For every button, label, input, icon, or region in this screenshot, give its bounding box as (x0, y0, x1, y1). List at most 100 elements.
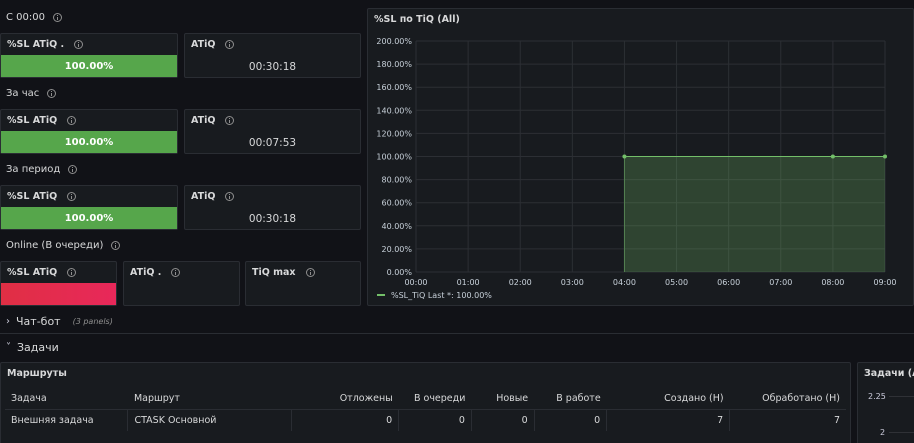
row-title: Задачи (17, 340, 59, 354)
table-header-row: Задача Маршрут Отложены В очереди Новые … (5, 389, 846, 409)
row-tasks[interactable]: ˅ Задачи (0, 337, 914, 357)
y-tick-label: 40.00% (381, 222, 412, 231)
column-header[interactable]: Новые (471, 389, 534, 409)
atiq-panel-3[interactable]: ATiQ 00:30:18 (184, 185, 361, 230)
row-chatbot[interactable]: › Чат-бот (3 panels) (0, 311, 914, 331)
info-icon[interactable] (225, 192, 235, 201)
sl-atiq-panel-2[interactable]: %SL ATiQ 100.00% (0, 109, 178, 154)
info-icon[interactable] (68, 165, 78, 174)
atiq-panel-4[interactable]: ATiQ . (123, 261, 240, 306)
x-tick-label: 09:00 (873, 278, 896, 287)
routes-panel[interactable]: Маршруты Задача Маршрут Отложены В очере… (0, 362, 851, 443)
panel-title: %SL ATiQ (7, 267, 58, 278)
panel-title: Маршруты (7, 368, 67, 379)
section-title-online: Online (В очереди) (6, 240, 121, 251)
x-tick-label: 01:00 (457, 278, 480, 287)
section-title-period: За период (6, 164, 78, 175)
info-icon[interactable] (67, 268, 77, 277)
row-title: Чат-бот (16, 314, 61, 328)
table-cell: 0 (398, 408, 472, 431)
table-cell: 7 (729, 408, 846, 431)
column-header[interactable]: Маршрут (128, 389, 291, 409)
x-tick-label: 03:00 (561, 278, 584, 287)
sl-atiq-panel-4[interactable]: %SL ATiQ (0, 261, 117, 306)
grid-line (889, 432, 914, 433)
data-point (622, 154, 627, 159)
data-point (830, 154, 835, 159)
panel-title: ATiQ (191, 39, 216, 50)
column-header[interactable]: Обработано (Н) (730, 389, 846, 409)
y-tick-label: 80.00% (381, 176, 412, 185)
table-row[interactable]: Внешняя задача CTASK Основной 0 0 0 0 7 … (5, 408, 846, 431)
column-header[interactable]: В очереди (399, 389, 472, 409)
panel-title: %SL ATiQ (7, 191, 58, 202)
grid-line (889, 396, 914, 397)
table-cell: 7 (606, 408, 731, 431)
sl-value-bar: 100.00% (1, 131, 177, 153)
panel-title: ATiQ (191, 115, 216, 126)
info-icon[interactable] (74, 40, 84, 49)
atiq-value: 00:30:18 (248, 61, 297, 73)
panel-title: ATiQ . (130, 267, 162, 278)
y-tick-label: 160.00% (376, 83, 412, 92)
table-cell: 0 (534, 408, 608, 431)
table-cell: 0 (291, 408, 400, 431)
info-icon[interactable] (47, 89, 57, 98)
atiq-value: 00:07:53 (248, 137, 297, 149)
y-tick-label: 200.00% (376, 37, 412, 46)
tasks-all-panel[interactable]: Задачи (All 2.25 2 (857, 362, 914, 443)
info-icon[interactable] (225, 116, 235, 125)
panel-count: (3 panels) (72, 316, 113, 326)
y-tick-label: 2.25 (868, 392, 886, 401)
x-tick-label: 07:00 (769, 278, 792, 287)
legend-label: %SL_TiQ Last *: 100.00% (391, 291, 492, 300)
sl-value-bar: 100.00% (1, 55, 177, 77)
y-tick-label: 0.00% (387, 268, 413, 277)
y-tick-label: 60.00% (381, 199, 412, 208)
atiq-panel-2[interactable]: ATiQ 00:07:53 (184, 109, 361, 154)
y-tick-label: 100.00% (376, 153, 412, 162)
chevron-down-icon: ˅ (6, 341, 11, 353)
panel-title: ATiQ (191, 191, 216, 202)
atiq-value: 00:30:18 (248, 213, 297, 225)
table-cell: 0 (471, 408, 535, 431)
info-icon[interactable] (111, 241, 121, 250)
x-tick-label: 04:00 (613, 278, 636, 287)
x-tick-label: 05:00 (665, 278, 688, 287)
sl-value-bar (1, 283, 116, 305)
column-header[interactable]: Создано (Н) (607, 389, 730, 409)
divider (0, 333, 914, 334)
table-cell: Внешняя задача (5, 408, 129, 431)
info-icon[interactable] (67, 192, 77, 201)
chevron-right-icon: › (6, 315, 10, 327)
info-icon[interactable] (305, 268, 315, 277)
column-header[interactable]: В работе (534, 389, 607, 409)
panel-title: Задачи (All (864, 368, 914, 379)
info-icon[interactable] (52, 13, 62, 22)
atiq-panel-1[interactable]: ATiQ 00:30:18 (184, 33, 361, 78)
section-title-since-midnight: С 00:00 (6, 12, 62, 23)
sl-atiq-panel-3[interactable]: %SL ATiQ 100.00% (0, 185, 178, 230)
column-header[interactable]: Задача (5, 389, 128, 409)
sl-atiq-panel-1[interactable]: %SL ATiQ . 100.00% (0, 33, 178, 78)
info-icon[interactable] (225, 40, 235, 49)
y-tick-label: 2 (880, 428, 886, 437)
routes-table: Задача Маршрут Отложены В очереди Новые … (5, 389, 846, 431)
column-header[interactable]: Отложены (291, 389, 398, 409)
x-tick-label: 08:00 (821, 278, 844, 287)
x-tick-label: 00:00 (404, 278, 427, 287)
sl-tiq-chart: 0.00% 20.00% 40.00% 60.00% 80.00% 100.00% 120.… (376, 37, 896, 300)
table-cell: CTASK Основной (127, 408, 292, 431)
y-tick-label: 180.00% (376, 60, 412, 69)
data-point (883, 154, 887, 159)
info-icon[interactable] (171, 268, 181, 277)
panel-title: %SL ATiQ . (7, 39, 65, 50)
series-area (624, 156, 885, 272)
tiq-max-panel[interactable]: TiQ max (245, 261, 361, 306)
info-icon[interactable] (67, 116, 77, 125)
section-title-last-hour: За час (6, 88, 57, 99)
y-tick-label: 120.00% (376, 129, 412, 138)
sl-tiq-chart-panel[interactable]: %SL по TiQ (All) 0.00% 20.00% 40.00% 60.00%… (367, 8, 914, 306)
y-tick-label: 20.00% (381, 245, 412, 254)
x-tick-label: 02:00 (509, 278, 532, 287)
